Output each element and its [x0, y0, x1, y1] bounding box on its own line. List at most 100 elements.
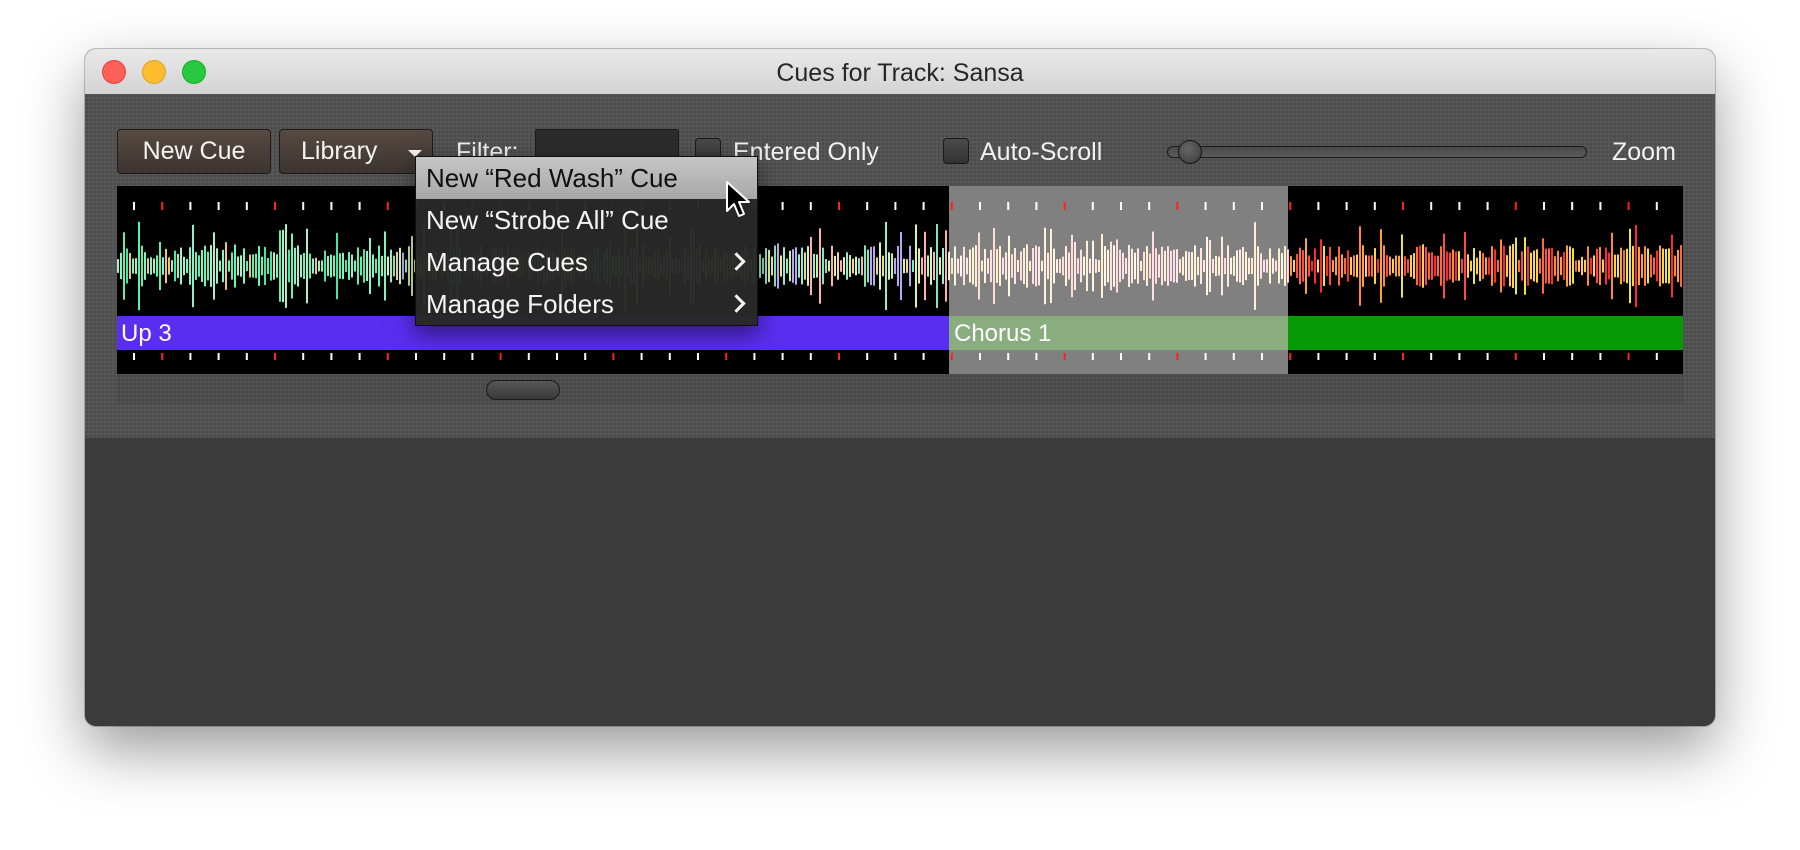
waveform-bar — [213, 232, 215, 300]
title-bar[interactable]: Cues for Track: Sansa — [85, 49, 1715, 95]
waveform-bar — [1410, 255, 1412, 277]
waveform-bar — [1614, 254, 1616, 278]
zoom-slider-track[interactable] — [1167, 146, 1587, 158]
waveform-bar — [120, 252, 122, 280]
waveform-bar — [1446, 251, 1448, 281]
waveform-bar — [771, 256, 773, 276]
waveform-bar — [1578, 260, 1580, 272]
waveform-bar — [1308, 255, 1310, 277]
library-button-label: Library — [301, 137, 378, 165]
waveform-bar — [324, 250, 326, 282]
waveform-bar — [873, 246, 875, 286]
menu-item-manage-cues[interactable]: Manage Cues — [416, 241, 757, 283]
auto-scroll-checkbox[interactable] — [943, 138, 969, 164]
waveform-bar — [1425, 247, 1427, 285]
waveform-bar — [132, 258, 134, 274]
waveform-bar — [1467, 254, 1469, 278]
zoom-slider-thumb[interactable] — [1178, 140, 1202, 164]
waveform-bar — [1509, 245, 1511, 287]
waveform-bar — [804, 252, 806, 280]
waveform-bar — [1536, 249, 1538, 283]
waveform-bar — [1377, 259, 1379, 273]
waveform-bar — [354, 260, 356, 272]
waveform-bar — [759, 254, 761, 278]
waveform-bar — [915, 224, 917, 308]
waveform-bar — [1530, 252, 1532, 280]
waveform-bar — [156, 255, 158, 277]
track-waveform[interactable]: Up 3 Chorus 1 — [117, 186, 1683, 374]
waveform-bar — [909, 245, 911, 287]
waveform-bar — [1395, 255, 1397, 277]
waveform-bar — [1593, 255, 1595, 277]
waveform-bar — [1440, 246, 1442, 286]
waveform-bar — [1527, 246, 1529, 286]
new-cue-button[interactable]: New Cue — [117, 129, 271, 174]
waveform-bar — [1485, 257, 1487, 275]
waveform-bar — [123, 232, 125, 300]
waveform-bar — [762, 258, 764, 274]
waveform-bar — [1461, 258, 1463, 274]
waveform-bar — [174, 250, 176, 282]
waveform-bar — [1659, 245, 1661, 287]
waveform-bar — [1473, 248, 1475, 284]
waveform-bar — [1407, 259, 1409, 273]
waveform-bar — [351, 254, 353, 278]
menu-item-new-red-wash-cue[interactable]: New “Red Wash” Cue — [416, 157, 757, 199]
waveform-bar — [237, 256, 239, 276]
waveform-bar — [882, 255, 884, 277]
waveform-bar — [858, 258, 860, 274]
waveform-bar — [1629, 228, 1631, 304]
waveform-bar — [1353, 255, 1355, 277]
waveform-bar — [327, 256, 329, 276]
waveform-bar — [1599, 247, 1601, 285]
menu-item-new-strobe-all-cue[interactable]: New “Strobe All” Cue — [416, 199, 757, 241]
waveform-bar — [162, 257, 164, 275]
waveform-bar — [1497, 260, 1499, 272]
waveform-bar — [1356, 254, 1358, 278]
waveform-bar — [1560, 256, 1562, 276]
waveform-bar — [1533, 250, 1535, 282]
waveform-bar — [1350, 257, 1352, 275]
waveform-bar — [939, 257, 941, 275]
waveform-bar — [234, 244, 236, 288]
waveform-bar — [147, 258, 149, 274]
waveform-bar — [819, 228, 821, 304]
waveform-bar — [393, 255, 395, 277]
waveform-bar — [195, 252, 197, 280]
waveform-bar — [879, 242, 881, 290]
waveform-bar — [357, 247, 359, 285]
waveform-bar — [1371, 255, 1373, 277]
waveform-bar — [810, 236, 812, 296]
menu-item-label: Manage Folders — [426, 289, 614, 319]
waveform-bar — [900, 231, 902, 301]
waveform-bar — [399, 247, 401, 285]
waveform-bar — [1671, 234, 1673, 298]
waveform-bar — [216, 248, 218, 284]
waveform-scroll-track[interactable] — [117, 374, 1683, 404]
waveform-bar — [930, 247, 932, 285]
waveform-scroll-thumb[interactable] — [486, 380, 560, 400]
waveform-bar — [1455, 251, 1457, 281]
waveform-bar — [243, 248, 245, 284]
waveform-bar — [1299, 247, 1301, 285]
waveform-bar — [798, 254, 800, 278]
waveform-bar — [165, 248, 167, 284]
waveform-bar — [1359, 226, 1361, 306]
waveform-bar — [1644, 246, 1646, 286]
waveform-bar — [891, 253, 893, 279]
waveform-bar — [1404, 256, 1406, 276]
library-menu-button[interactable]: Library — [279, 129, 433, 174]
waveform-bar — [1506, 255, 1508, 277]
waveform-bar — [945, 230, 947, 302]
waveform-bar — [786, 258, 788, 274]
waveform-bar — [1605, 247, 1607, 285]
menu-item-manage-folders[interactable]: Manage Folders — [416, 283, 757, 325]
phrase-band-next[interactable] — [1288, 316, 1683, 350]
waveform-bar — [405, 259, 407, 273]
waveform-bar — [1305, 238, 1307, 294]
waveform-bar — [1641, 254, 1643, 278]
waveform-bar — [933, 251, 935, 281]
waveform-bar — [135, 258, 137, 274]
waveform-bar — [912, 259, 914, 273]
waveform-bar — [255, 253, 257, 279]
